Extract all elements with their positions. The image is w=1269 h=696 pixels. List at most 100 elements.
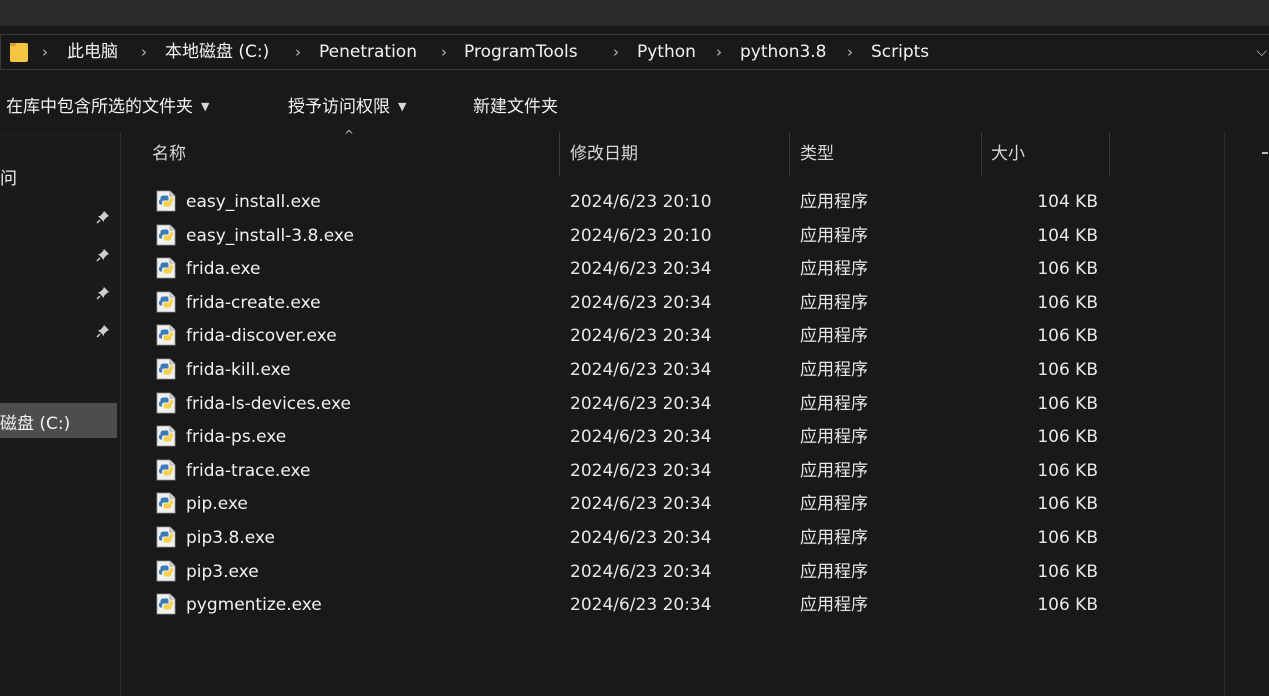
breadcrumb-local-disk[interactable]: 本地磁盘 (C:) <box>165 35 269 69</box>
file-name: frida-discover.exe <box>186 326 337 347</box>
file-row[interactable]: frida.exe 2024/6/23 20:34 应用程序 106 KB <box>122 252 1122 286</box>
pin-icon <box>96 249 109 262</box>
grant-access-button[interactable]: 授予访问权限 ▼ <box>288 86 406 128</box>
file-type: 应用程序 <box>800 393 868 414</box>
file-name: frida-create.exe <box>186 292 321 313</box>
breadcrumb-python[interactable]: Python <box>637 35 696 69</box>
include-in-library-button[interactable]: 在库中包含所选的文件夹 ▼ <box>6 86 209 128</box>
breadcrumb-programtools[interactable]: ProgramTools <box>464 35 578 69</box>
new-folder-button[interactable]: 新建文件夹 <box>473 86 558 128</box>
file-modified: 2024/6/23 20:34 <box>570 259 712 280</box>
breadcrumb-penetration[interactable]: Penetration <box>319 35 417 69</box>
pin-icon <box>96 211 109 224</box>
file-row[interactable]: frida-ps.exe 2024/6/23 20:34 应用程序 106 KB <box>122 420 1122 454</box>
file-size: 106 KB <box>1037 427 1098 448</box>
file-type: 应用程序 <box>800 528 868 548</box>
python-executable-icon <box>156 492 176 514</box>
file-size: 106 KB <box>1037 494 1098 515</box>
file-size: 104 KB <box>1037 225 1098 246</box>
file-row[interactable]: pip3.8.exe 2024/6/23 20:34 应用程序 106 KB <box>122 521 1122 555</box>
python-executable-icon <box>156 425 176 447</box>
column-divider[interactable] <box>789 132 790 176</box>
python-executable-icon <box>156 291 176 313</box>
breadcrumb-scripts[interactable]: Scripts <box>871 35 929 69</box>
file-row[interactable]: pygmentize.exe 2024/6/23 20:34 应用程序 106 KB <box>122 588 1122 622</box>
file-modified: 2024/6/23 20:34 <box>570 292 712 313</box>
file-size: 106 KB <box>1037 360 1098 380</box>
python-executable-icon <box>156 392 176 413</box>
file-row[interactable]: frida-create.exe 2024/6/23 20:34 应用程序 106 K… <box>122 286 1122 320</box>
breadcrumb-separator[interactable]: › <box>716 35 722 69</box>
file-type: 应用程序 <box>800 225 868 246</box>
file-row[interactable]: frida-discover.exe 2024/6/23 20:34 应用程序 106… <box>122 319 1122 353</box>
dropdown-caret-icon: ▼ <box>201 100 210 113</box>
file-modified: 2024/6/23 20:10 <box>570 225 712 246</box>
dropdown-caret-icon: ▼ <box>398 100 407 113</box>
breadcrumb-separator[interactable]: › <box>295 35 301 69</box>
file-name: frida-kill.exe <box>186 360 291 380</box>
file-type: 应用程序 <box>800 427 868 448</box>
file-row[interactable]: pip.exe 2024/6/23 20:34 应用程序 106 KB <box>122 487 1122 521</box>
breadcrumb-separator[interactable]: › <box>141 35 147 69</box>
pin-icon <box>96 287 109 300</box>
file-name: frida-ps.exe <box>186 427 287 448</box>
file-modified: 2024/6/23 20:34 <box>570 360 712 380</box>
file-row[interactable]: frida-trace.exe 2024/6/23 20:34 应用程序 106 KB <box>122 454 1122 488</box>
file-row[interactable]: easy_install.exe 2024/6/23 20:10 应用程序 104 K… <box>122 185 1122 219</box>
file-size: 104 KB <box>1037 192 1098 212</box>
file-modified: 2024/6/23 20:34 <box>570 460 712 481</box>
address-bar[interactable]: › 此电脑 › 本地磁盘 (C:) › Penetration › Progra… <box>0 34 1269 70</box>
breadcrumb-this-pc[interactable]: 此电脑 <box>67 35 118 69</box>
breadcrumb-separator[interactable]: › <box>847 35 853 69</box>
column-divider[interactable] <box>981 132 982 176</box>
file-name: easy_install.exe <box>186 192 321 212</box>
file-name: frida.exe <box>186 259 261 280</box>
file-list-pane: ^ 名称 修改日期 类型 大小 easy_install.exe 2024/6/2… <box>122 128 1269 696</box>
breadcrumb-separator[interactable]: › <box>613 35 619 69</box>
python-executable-icon <box>156 190 176 212</box>
nav-item-local-disk[interactable]: 磁盘 (C:) <box>0 403 117 438</box>
file-modified: 2024/6/23 20:34 <box>570 393 712 414</box>
grant-access-label: 授予访问权限 <box>288 97 390 117</box>
file-name: pygmentize.exe <box>186 595 322 616</box>
sort-ascending-icon: ^ <box>344 128 355 142</box>
file-modified: 2024/6/23 20:34 <box>570 326 712 347</box>
file-name: easy_install-3.8.exe <box>186 225 354 246</box>
column-header-type[interactable]: 类型 <box>800 142 834 166</box>
python-executable-icon <box>156 593 176 615</box>
file-name: frida-trace.exe <box>186 460 311 481</box>
column-divider[interactable] <box>559 132 560 176</box>
file-size: 106 KB <box>1037 528 1098 548</box>
python-executable-icon <box>156 358 176 380</box>
file-row[interactable]: easy_install-3.8.exe 2024/6/23 20:10 应用程序 1… <box>122 219 1122 253</box>
file-size: 106 KB <box>1037 595 1098 616</box>
file-modified: 2024/6/23 20:34 <box>570 427 712 448</box>
pin-icon <box>96 325 109 338</box>
file-row[interactable]: pip3.exe 2024/6/23 20:34 应用程序 106 KB <box>122 555 1122 589</box>
file-name: pip3.8.exe <box>186 528 275 548</box>
command-bar: 在库中包含所选的文件夹 ▼ 授予访问权限 ▼ 新建文件夹 <box>0 86 1269 128</box>
column-divider[interactable] <box>1109 132 1110 176</box>
file-row[interactable]: frida-kill.exe 2024/6/23 20:34 应用程序 106 KB <box>122 353 1122 387</box>
python-executable-icon <box>156 526 176 548</box>
nav-item-quick-access[interactable]: 问 <box>0 164 17 189</box>
chevron-down-icon[interactable]: ⌵ <box>1256 35 1267 69</box>
file-modified: 2024/6/23 20:34 <box>570 494 712 515</box>
file-type: 应用程序 <box>800 259 868 280</box>
column-header-modified[interactable]: 修改日期 <box>570 142 638 166</box>
breadcrumb-separator[interactable]: › <box>441 35 447 69</box>
file-modified: 2024/6/23 20:34 <box>570 528 712 548</box>
file-size: 106 KB <box>1037 292 1098 313</box>
breadcrumb-python38[interactable]: python3.8 <box>740 35 827 69</box>
file-size: 106 KB <box>1037 460 1098 481</box>
file-modified: 2024/6/23 20:34 <box>570 561 712 582</box>
include-in-library-label: 在库中包含所选的文件夹 <box>6 97 193 117</box>
file-modified: 2024/6/23 20:10 <box>570 192 712 212</box>
file-name: pip3.exe <box>186 561 259 582</box>
nav-item-label: 磁盘 (C:) <box>0 414 71 434</box>
file-type: 应用程序 <box>800 595 868 616</box>
file-row[interactable]: frida-ls-devices.exe 2024/6/23 20:34 应用程序 1… <box>122 387 1122 421</box>
python-executable-icon <box>156 257 176 279</box>
column-header-name[interactable]: 名称 <box>152 142 186 166</box>
column-header-size[interactable]: 大小 <box>991 142 1025 166</box>
